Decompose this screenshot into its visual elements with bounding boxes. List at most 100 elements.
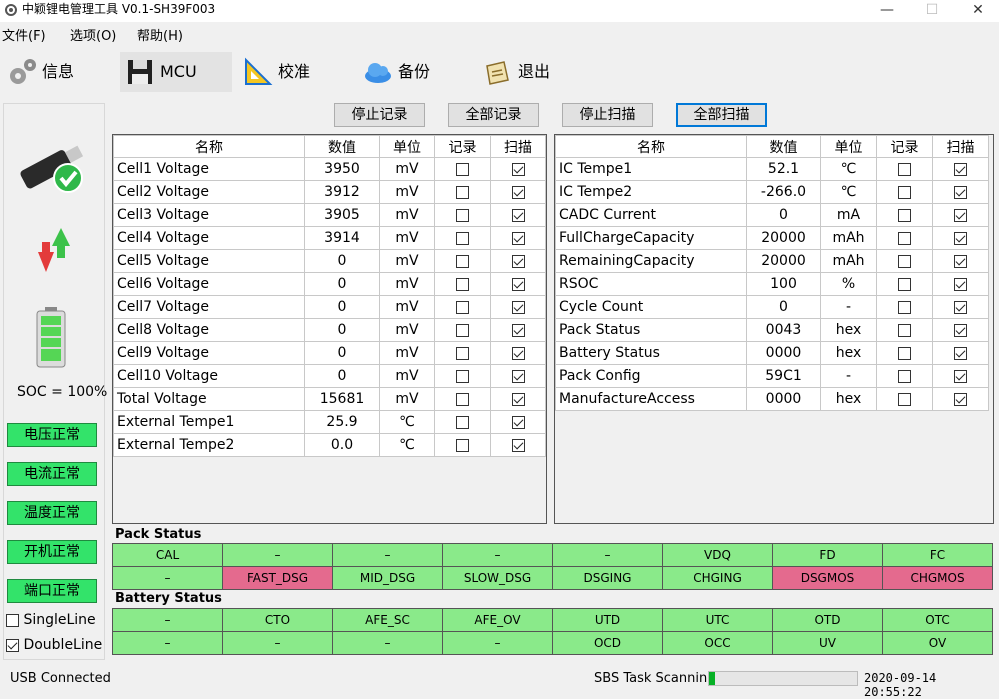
scan-checkbox[interactable]: [954, 162, 967, 176]
toolbar-calibrate-button[interactable]: 校准: [238, 52, 352, 92]
table-row[interactable]: Cell6 Voltage 0 mV: [113, 272, 546, 296]
col-name-header[interactable]: 名称: [113, 135, 305, 158]
record-checkbox[interactable]: [456, 438, 469, 452]
scan-checkbox[interactable]: [511, 300, 525, 314]
col-value-header[interactable]: 数值: [746, 135, 821, 158]
table-row[interactable]: Cell4 Voltage 3914 mV: [113, 226, 546, 250]
all-scan-button[interactable]: 全部扫描: [676, 103, 767, 127]
toolbar-mcu-button[interactable]: MCU: [120, 52, 232, 92]
record-checkbox[interactable]: [456, 415, 469, 429]
scan-checkbox[interactable]: [954, 185, 967, 199]
col-record-header[interactable]: 记录: [434, 135, 491, 158]
col-scan-header[interactable]: 扫描: [490, 135, 546, 158]
col-unit-header[interactable]: 单位: [820, 135, 877, 158]
scan-checkbox[interactable]: [511, 254, 525, 268]
scan-checkbox[interactable]: [954, 208, 967, 222]
scan-checkbox[interactable]: [511, 323, 525, 337]
record-checkbox[interactable]: [898, 300, 911, 314]
scan-checkbox[interactable]: [954, 277, 967, 291]
scan-checkbox[interactable]: [954, 231, 967, 245]
record-checkbox[interactable]: [898, 208, 911, 222]
scan-checkbox[interactable]: [954, 300, 967, 314]
toolbar-info-button[interactable]: 信息: [2, 52, 116, 92]
doubleline-option[interactable]: DoubleLine: [6, 637, 102, 653]
singleline-option[interactable]: SingleLine: [6, 612, 96, 628]
scan-checkbox[interactable]: [954, 346, 967, 360]
record-checkbox[interactable]: [456, 323, 469, 337]
table-row[interactable]: ManufactureAccess 0000 hex: [555, 387, 989, 411]
table-row[interactable]: Total Voltage 15681 mV: [113, 387, 546, 411]
record-checkbox[interactable]: [898, 346, 911, 360]
table-row[interactable]: Cell7 Voltage 0 mV: [113, 295, 546, 319]
table-row[interactable]: Cell8 Voltage 0 mV: [113, 318, 546, 342]
singleline-checkbox[interactable]: [6, 613, 19, 627]
table-row[interactable]: Cell1 Voltage 3950 mV: [113, 157, 546, 181]
record-checkbox[interactable]: [898, 392, 911, 406]
table-row[interactable]: Cell2 Voltage 3912 mV: [113, 180, 546, 204]
table-row[interactable]: External Tempe1 25.9 ℃: [113, 410, 546, 434]
table-row[interactable]: RSOC 100%: [555, 272, 989, 296]
record-checkbox[interactable]: [456, 392, 469, 406]
menu-options[interactable]: 选项(O): [70, 25, 116, 44]
record-checkbox[interactable]: [898, 254, 911, 268]
record-checkbox[interactable]: [456, 231, 469, 245]
table-row[interactable]: External Tempe2 0.0 ℃: [113, 433, 546, 457]
record-checkbox[interactable]: [456, 208, 469, 222]
table-row[interactable]: Cell9 Voltage 0 mV: [113, 341, 546, 365]
table-row[interactable]: Cell10 Voltage 0 mV: [113, 364, 546, 388]
scan-checkbox[interactable]: [954, 392, 967, 406]
table-row[interactable]: CADC Current 0 mA: [555, 203, 989, 227]
scan-checkbox[interactable]: [511, 392, 525, 406]
record-checkbox[interactable]: [898, 231, 911, 245]
record-checkbox[interactable]: [898, 277, 911, 291]
scan-checkbox[interactable]: [511, 346, 525, 360]
table-row[interactable]: Cell3 Voltage 3905 mV: [113, 203, 546, 227]
scan-checkbox[interactable]: [511, 208, 525, 222]
record-checkbox[interactable]: [456, 369, 469, 383]
doubleline-checkbox[interactable]: [6, 638, 19, 652]
scan-checkbox[interactable]: [511, 277, 525, 291]
scan-checkbox[interactable]: [511, 185, 525, 199]
scan-checkbox[interactable]: [954, 323, 967, 337]
table-row[interactable]: IC Tempe1 52.1 ℃: [555, 157, 989, 181]
col-value-header[interactable]: 数值: [304, 135, 380, 158]
record-checkbox[interactable]: [456, 300, 469, 314]
scan-checkbox[interactable]: [511, 162, 525, 176]
menu-help[interactable]: 帮助(H): [137, 25, 183, 44]
record-checkbox[interactable]: [898, 369, 911, 383]
record-checkbox[interactable]: [898, 185, 911, 199]
col-name-header[interactable]: 名称: [555, 135, 747, 158]
scan-checkbox[interactable]: [511, 415, 525, 429]
table-row[interactable]: Battery Status 0000 hex: [555, 341, 989, 365]
minimize-button[interactable]: —: [864, 0, 910, 22]
stop-record-button[interactable]: 停止记录: [334, 103, 425, 127]
record-checkbox[interactable]: [456, 346, 469, 360]
scan-checkbox[interactable]: [511, 438, 525, 452]
scan-checkbox[interactable]: [954, 254, 967, 268]
toolbar-exit-button[interactable]: 退出: [478, 52, 592, 92]
table-row[interactable]: FullChargeCapacity 20000 mAh: [555, 226, 989, 250]
maximize-button[interactable]: ☐: [909, 0, 955, 22]
col-scan-header[interactable]: 扫描: [932, 135, 989, 158]
scan-checkbox[interactable]: [511, 231, 525, 245]
col-unit-header[interactable]: 单位: [379, 135, 435, 158]
table-row[interactable]: IC Tempe2 -266.0 ℃: [555, 180, 989, 204]
table-row[interactable]: RemainingCapacity 20000 mAh: [555, 249, 989, 273]
col-record-header[interactable]: 记录: [876, 135, 933, 158]
record-checkbox[interactable]: [456, 277, 469, 291]
menu-file[interactable]: 文件(F): [2, 25, 46, 44]
table-row[interactable]: Cell5 Voltage 0 mV: [113, 249, 546, 273]
scan-checkbox[interactable]: [954, 369, 967, 383]
table-row[interactable]: Pack Config 59C1-: [555, 364, 989, 388]
record-checkbox[interactable]: [456, 185, 469, 199]
record-checkbox[interactable]: [898, 162, 911, 176]
table-row[interactable]: Cycle Count 0-: [555, 295, 989, 319]
close-button[interactable]: ✕: [955, 0, 999, 22]
record-checkbox[interactable]: [456, 162, 469, 176]
record-checkbox[interactable]: [898, 323, 911, 337]
stop-scan-button[interactable]: 停止扫描: [562, 103, 653, 127]
scan-checkbox[interactable]: [511, 369, 525, 383]
all-record-button[interactable]: 全部记录: [448, 103, 539, 127]
table-row[interactable]: Pack Status 0043 hex: [555, 318, 989, 342]
toolbar-backup-button[interactable]: 备份: [358, 52, 472, 92]
